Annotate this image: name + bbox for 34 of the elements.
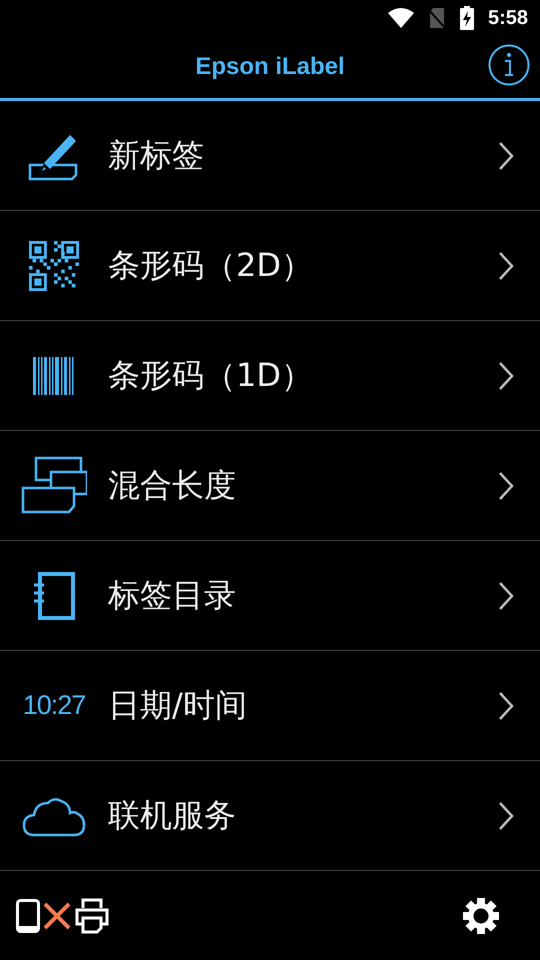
menu-item[interactable]: 新标签 [0,101,540,211]
chevron-right-icon [498,580,514,610]
status-time: 5:58 [488,6,528,30]
menu-label: 标签目录 [108,574,237,616]
qr-code-icon [29,240,79,290]
chevron-right-icon [498,140,514,170]
notebook-icon [31,572,77,620]
chevron-right-icon [498,360,514,390]
menu-label: 条形码（1D） [108,354,314,396]
printer-icon [74,898,110,934]
chevron-right-icon [498,690,514,720]
no-sim-icon [428,7,446,29]
chevron-right-icon [498,470,514,500]
stacked-labels-icon [21,456,87,516]
chevron-right-icon [498,250,514,280]
menu-item[interactable]: 联机服务 [0,761,540,871]
chevron-right-icon [498,800,514,830]
menu-label: 条形码（2D） [108,244,314,286]
menu-item[interactable]: 混合长度 [0,431,540,541]
clock-time: 10:27 [22,690,86,721]
menu-label: 混合长度 [108,464,237,506]
menu-label: 新标签 [108,134,205,176]
wifi-icon [388,8,414,28]
menu-item[interactable]: 条形码（2D） [0,211,540,321]
battery-charging-icon [460,6,474,30]
menu-label: 联机服务 [108,794,237,836]
menu-item[interactable]: 条形码（1D） [0,321,540,431]
settings-icon[interactable] [462,896,500,934]
info-icon[interactable] [488,44,530,86]
menu-label: 日期/时间 [108,684,248,726]
menu-item[interactable]: 10:27 日期/时间 [0,651,540,761]
menu-item[interactable]: 标签目录 [0,541,540,651]
app-title: Epson iLabel [195,53,345,81]
phone-icon [16,898,40,932]
